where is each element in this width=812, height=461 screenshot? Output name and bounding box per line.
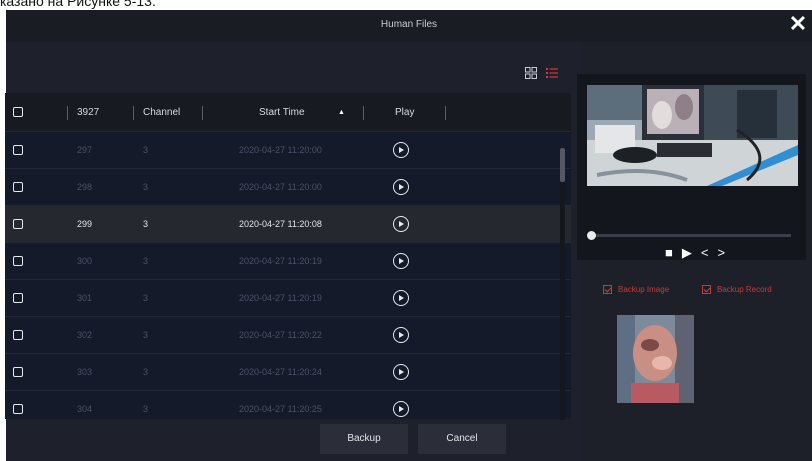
face-image [617,315,694,403]
row-start-time: 2020-04-27 11:20:08 [239,219,322,229]
row-id: 302 [77,330,93,340]
play-icon[interactable] [393,142,409,158]
backup-record-checkbox[interactable] [702,285,711,294]
row-checkbox[interactable] [13,404,23,414]
row-start-time: 2020-04-27 11:20:19 [239,256,322,266]
play-icon[interactable] [393,327,409,343]
row-start-time: 2020-04-27 11:20:19 [239,293,322,303]
view-toggle [525,67,558,79]
row-checkbox[interactable] [13,219,23,229]
play-icon[interactable]: ▶ [682,246,692,259]
playback-progress-bar[interactable] [587,231,791,240]
row-start-time: 2020-04-27 11:20:00 [239,182,322,192]
video-preview [587,85,798,186]
header-divider [363,106,364,120]
header-divider [133,106,134,120]
play-icon[interactable] [393,290,409,306]
row-id: 300 [77,256,93,266]
row-channel: 3 [143,256,149,266]
backup-button[interactable]: Backup [320,424,408,454]
table-scrollbar[interactable] [560,148,565,420]
table-row[interactable]: 301 3 2020-04-27 11:20:19 [5,279,571,316]
row-channel: 3 [143,182,149,192]
stop-icon[interactable]: ■ [665,246,673,259]
table-header: 3927 Channel Start Time ▲ Play [5,93,571,131]
play-icon[interactable] [393,364,409,380]
table-row[interactable]: 298 3 2020-04-27 11:20:00 [5,168,571,205]
row-id: 299 [77,219,93,229]
backup-image-checkbox[interactable] [603,285,612,294]
page-caption: казано на Рисунке 5-13. [0,0,156,9]
row-checkbox[interactable] [13,367,23,377]
table-row[interactable]: 300 3 2020-04-27 11:20:19 [5,242,571,279]
preview-panel: ■ ▶ < > [577,74,806,260]
row-channel: 3 [143,145,149,155]
play-icon[interactable] [393,253,409,269]
header-divider [202,106,203,120]
table-body: 297 3 2020-04-27 11:20:00 298 3 2020-04-27 11… [5,131,571,419]
table-row[interactable]: 299 3 2020-04-27 11:20:08 [5,205,571,242]
row-checkbox[interactable] [13,182,23,192]
header-start-time[interactable]: Start Time [259,107,305,118]
row-channel: 3 [143,293,149,303]
sort-ascending-icon[interactable]: ▲ [338,109,345,116]
row-channel: 3 [143,330,149,340]
table-row[interactable]: 303 3 2020-04-27 11:20:24 [5,353,571,390]
row-checkbox[interactable] [13,293,23,303]
playback-controls: ■ ▶ < > [665,246,725,259]
row-id: 303 [77,367,93,377]
cancel-button[interactable]: Cancel [418,424,506,454]
row-start-time: 2020-04-27 11:20:22 [239,330,322,340]
row-start-time: 2020-04-27 11:20:24 [239,367,322,377]
human-snapshot-thumbnail[interactable] [617,315,694,403]
play-icon[interactable] [393,216,409,232]
backup-image-option[interactable]: Backup Image [603,285,669,294]
table-row[interactable]: 304 3 2020-04-27 11:20:25 [5,390,571,419]
header-play: Play [395,106,415,118]
table-row[interactable]: 302 3 2020-04-27 11:20:22 [5,316,571,353]
row-id: 297 [77,145,93,155]
row-checkbox[interactable] [13,256,23,266]
select-all-checkbox[interactable] [13,107,23,117]
backup-image-label: Backup Image [618,285,670,294]
backup-record-option[interactable]: Backup Record [702,285,772,294]
row-id: 301 [77,293,93,303]
header-channel[interactable]: Channel [143,107,180,118]
camera-frame-image [587,85,798,186]
row-id: 298 [77,182,93,192]
scrollbar-thumb[interactable] [560,148,565,182]
row-channel: 3 [143,367,149,377]
play-icon[interactable] [393,179,409,195]
row-checkbox[interactable] [13,330,23,340]
table-row[interactable]: 297 3 2020-04-27 11:20:00 [5,131,571,168]
grid-view-icon[interactable] [525,67,537,79]
dialog-title: Human Files [380,19,438,30]
close-icon[interactable]: ✕ [786,12,810,36]
row-channel: 3 [143,404,149,414]
prev-icon[interactable]: < [701,246,709,259]
row-channel: 3 [143,219,149,229]
row-id: 304 [77,404,93,414]
list-view-icon[interactable] [546,67,558,79]
backup-record-label: Backup Record [717,285,772,294]
header-divider [67,106,68,120]
next-icon[interactable]: > [717,246,725,259]
title-bar: Human Files ✕ [6,10,812,42]
play-icon[interactable] [393,401,409,417]
progress-knob[interactable] [587,231,596,240]
header-count: 3927 [77,106,100,118]
row-start-time: 2020-04-27 11:20:25 [239,404,322,414]
header-divider [445,106,446,120]
row-checkbox[interactable] [13,145,23,155]
row-start-time: 2020-04-27 11:20:00 [239,145,322,155]
human-files-table: 3927 Channel Start Time ▲ Play 297 3 2020-… [5,93,571,419]
